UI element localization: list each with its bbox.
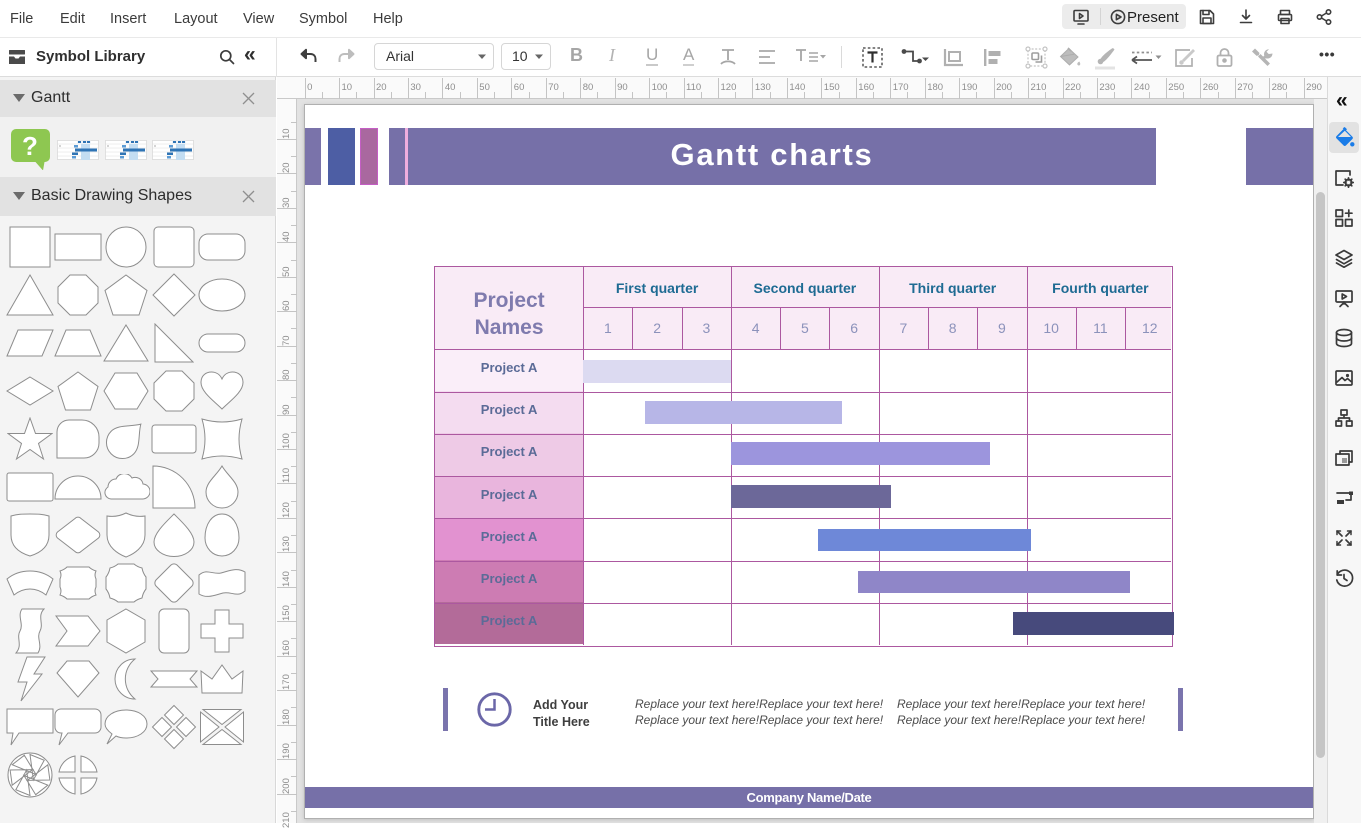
svg-text:?: ? — [22, 131, 38, 161]
